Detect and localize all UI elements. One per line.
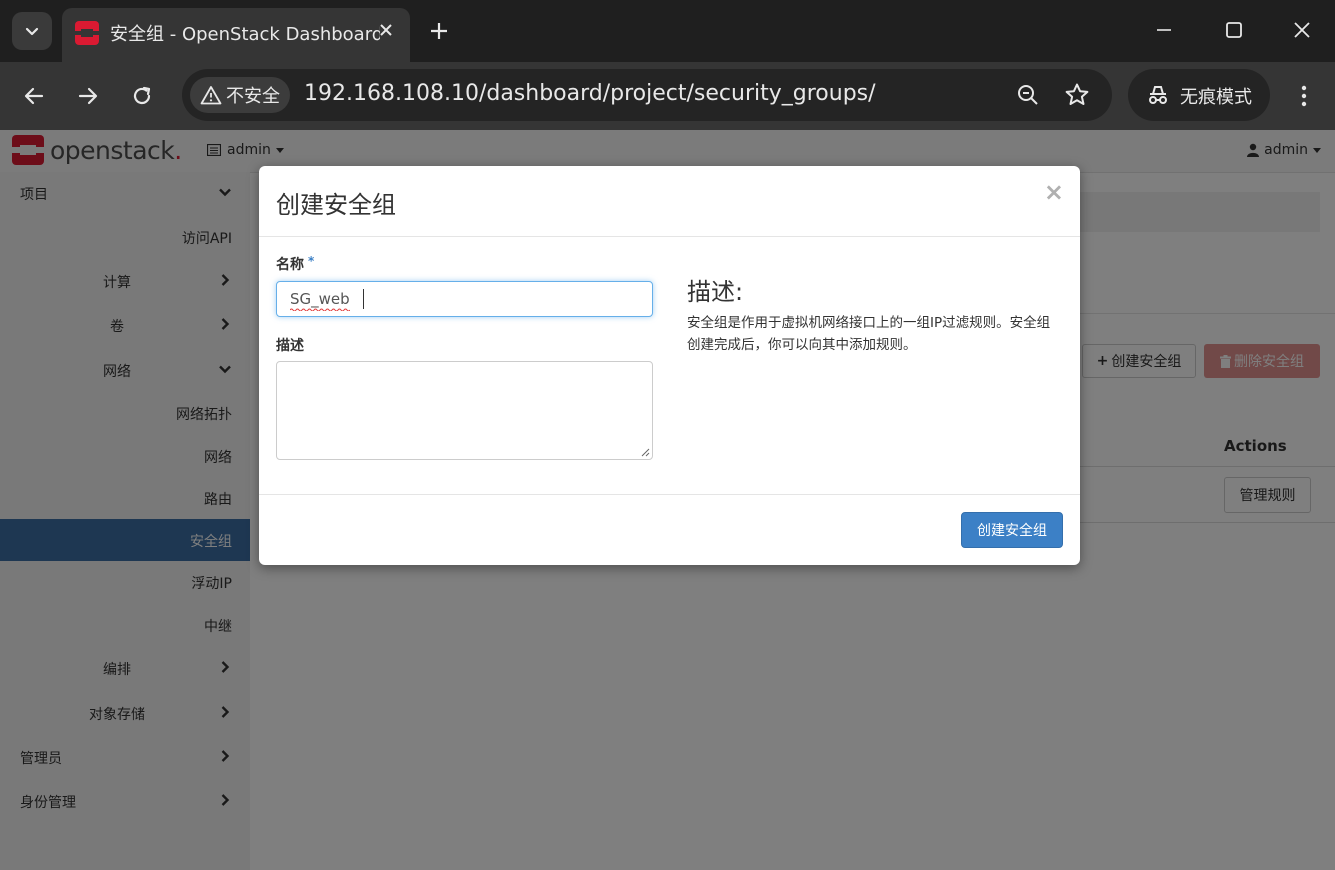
dashboard-page: openstack. admin admin 项目 访问API 计算 卷: [0, 130, 1335, 870]
address-bar[interactable]: 不安全 192.168.108.10/dashboard/project/sec…: [182, 69, 1112, 121]
url-text[interactable]: 192.168.108.10/dashboard/project/securit…: [304, 81, 876, 106]
tab-search-button[interactable]: [12, 12, 52, 50]
back-arrow-icon[interactable]: [22, 84, 46, 108]
modal-footer-divider: [259, 494, 1080, 495]
new-tab-icon[interactable]: [428, 20, 450, 42]
help-title: 描述:: [687, 278, 744, 306]
bookmark-star-icon[interactable]: [1064, 82, 1090, 108]
browser-tabstrip: 安全组 - OpenStack Dashboard: [0, 0, 1335, 62]
chevron-down-icon: [25, 27, 39, 36]
name-field-label: 名称 *: [276, 254, 315, 273]
forward-arrow-icon[interactable]: [76, 84, 100, 108]
incognito-indicator[interactable]: 无痕模式: [1128, 69, 1270, 121]
description-textarea[interactable]: [276, 361, 653, 460]
tab-close-icon[interactable]: [378, 22, 394, 38]
modal-close-icon[interactable]: ×: [1044, 180, 1064, 204]
help-text: 安全组是作用于虚拟机网络接口上的一组IP过滤规则。安全组创建完成后，你可以向其中…: [687, 315, 1051, 353]
modal-header-divider: [259, 236, 1080, 237]
tab-title: 安全组 - OpenStack Dashboard: [110, 24, 380, 45]
incognito-label: 无痕模式: [1180, 87, 1252, 108]
window-maximize-icon[interactable]: [1224, 20, 1244, 40]
browser-menu-icon[interactable]: [1294, 84, 1314, 108]
browser-tab-active[interactable]: 安全组 - OpenStack Dashboard: [62, 8, 410, 62]
security-chip-label: 不安全: [226, 86, 280, 107]
text-cursor: [363, 289, 364, 309]
window-minimize-icon[interactable]: [1154, 20, 1174, 40]
openstack-favicon-icon: [75, 21, 99, 45]
zoom-icon[interactable]: [1016, 83, 1040, 107]
name-input-value: SG_web: [290, 290, 350, 308]
description-field-label: 描述: [276, 338, 304, 354]
window-close-icon[interactable]: [1292, 20, 1312, 40]
spellcheck-underline: [290, 308, 350, 311]
required-asterisk: *: [308, 254, 315, 268]
site-security-chip[interactable]: 不安全: [190, 77, 290, 113]
reload-icon[interactable]: [130, 84, 154, 108]
browser-toolbar: 不安全 192.168.108.10/dashboard/project/sec…: [0, 62, 1335, 130]
create-security-group-modal: 创建安全组 × 名称 * SG_web 描述 描述: 安全组是作用于虚拟机网络接口…: [259, 166, 1080, 565]
modal-title: 创建安全组: [276, 191, 396, 219]
resize-grip-icon[interactable]: [640, 447, 650, 457]
warning-triangle-icon: [200, 86, 222, 105]
incognito-icon: [1149, 86, 1167, 104]
submit-create-security-group-button[interactable]: 创建安全组: [961, 512, 1063, 548]
name-input[interactable]: SG_web: [276, 281, 653, 317]
